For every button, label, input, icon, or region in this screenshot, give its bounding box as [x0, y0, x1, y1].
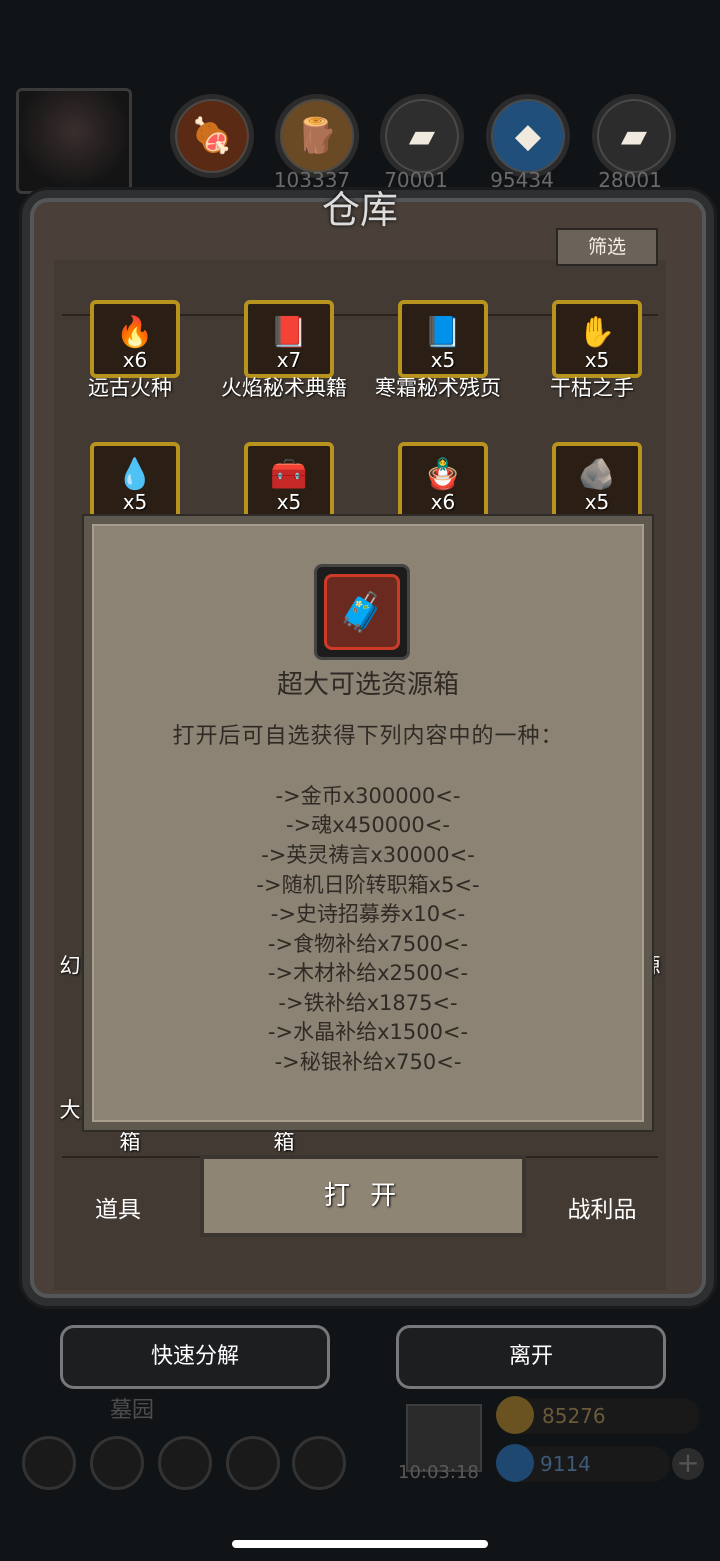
popup-title: 超大可选资源箱 — [276, 670, 459, 700]
reward-option: ->秘银补给x750<- — [274, 1050, 462, 1074]
wood-icon: 🪵 — [275, 94, 359, 178]
item-name: 火焰秘术典籍 — [221, 376, 347, 400]
item-slot[interactable]: ✋ x5 — [552, 300, 642, 378]
panel-title: 仓库 — [321, 188, 398, 232]
mail-icon[interactable] — [226, 1436, 280, 1490]
item-quantity: x5 — [122, 490, 148, 514]
meat-icon: 🍖 — [170, 94, 254, 178]
badge-icon[interactable] — [90, 1436, 144, 1490]
crystal-amount: 95434 — [490, 168, 554, 192]
home-indicator[interactable] — [232, 1540, 488, 1548]
partial-item-label: 箱 — [273, 1130, 295, 1154]
settings-icon[interactable] — [22, 1436, 76, 1490]
castle-icon[interactable] — [158, 1436, 212, 1490]
item-slot[interactable]: 🪆 x6 — [398, 442, 488, 520]
leave-button[interactable]: 离开 — [396, 1325, 666, 1389]
crystal-icon: ◆ — [486, 94, 570, 178]
open-button[interactable]: 打 开 — [200, 1155, 526, 1237]
item-slot[interactable]: 🪨 x5 — [552, 442, 642, 520]
treasure-chest-icon: 🧳 — [324, 574, 400, 650]
item-quantity: x7 — [276, 348, 302, 372]
gold-icon — [496, 1396, 534, 1434]
item-quantity: x6 — [430, 490, 456, 514]
gold-amount: 85276 — [542, 1404, 606, 1428]
timer-label: 10:03:18 — [398, 1462, 479, 1483]
iron-icon: ▰ — [380, 94, 464, 178]
item-quantity: x5 — [584, 348, 610, 372]
item-slot[interactable]: 📘 x5 — [398, 300, 488, 378]
reward-option: ->金币x300000<- — [275, 784, 461, 808]
reward-option: ->水晶补给x1500<- — [267, 1020, 469, 1044]
gem-amount: 9114 — [540, 1452, 591, 1476]
item-quantity: x5 — [430, 348, 456, 372]
reward-option: ->铁补给x1875<- — [278, 991, 458, 1015]
item-slot[interactable]: 🧰 x5 — [244, 442, 334, 520]
tab-items[interactable]: 道具 — [78, 1190, 158, 1224]
item-slot[interactable]: 🔥 x6 — [90, 300, 180, 378]
gem-icon — [496, 1444, 534, 1482]
popup-description: 打开后可自选获得下列内容中的一种： — [172, 724, 564, 749]
reward-option: ->随机日阶转职箱x5<- — [256, 873, 480, 897]
reward-option: ->食物补给x7500<- — [267, 932, 469, 956]
mithril-amount: 28001 — [598, 168, 662, 192]
add-gems-icon[interactable]: + — [672, 1448, 704, 1480]
item-slot[interactable]: 💧 x5 — [90, 442, 180, 520]
item-quantity: x5 — [276, 490, 302, 514]
mithril-icon: ▰ — [592, 94, 676, 178]
tab-loot[interactable]: 战利品 — [552, 1190, 652, 1224]
item-quantity: x5 — [584, 490, 610, 514]
filter-button[interactable]: 筛选 — [556, 228, 658, 266]
item-slot[interactable]: 📕 x7 — [244, 300, 334, 378]
item-name: 远古火种 — [88, 376, 172, 400]
item-quantity: x6 — [122, 348, 148, 372]
quick-decompose-button[interactable]: 快速分解 — [60, 1325, 330, 1389]
reward-option: ->木材补给x2500<- — [267, 961, 469, 985]
location-label: 墓园 — [110, 1398, 155, 1423]
item-name: 干枯之手 — [550, 376, 634, 400]
reward-option: ->魂x450000<- — [286, 813, 450, 837]
chat-icon[interactable] — [292, 1436, 346, 1490]
reward-option: ->史诗招募券x10<- — [270, 902, 466, 926]
reward-option: ->英灵祷言x30000<- — [261, 843, 475, 867]
hero-portrait[interactable] — [16, 88, 132, 194]
popup-item-frame: 🧳 — [314, 564, 410, 660]
item-name: 寒霜秘术残页 — [375, 376, 501, 400]
partial-item-label: 箱 — [119, 1130, 141, 1154]
